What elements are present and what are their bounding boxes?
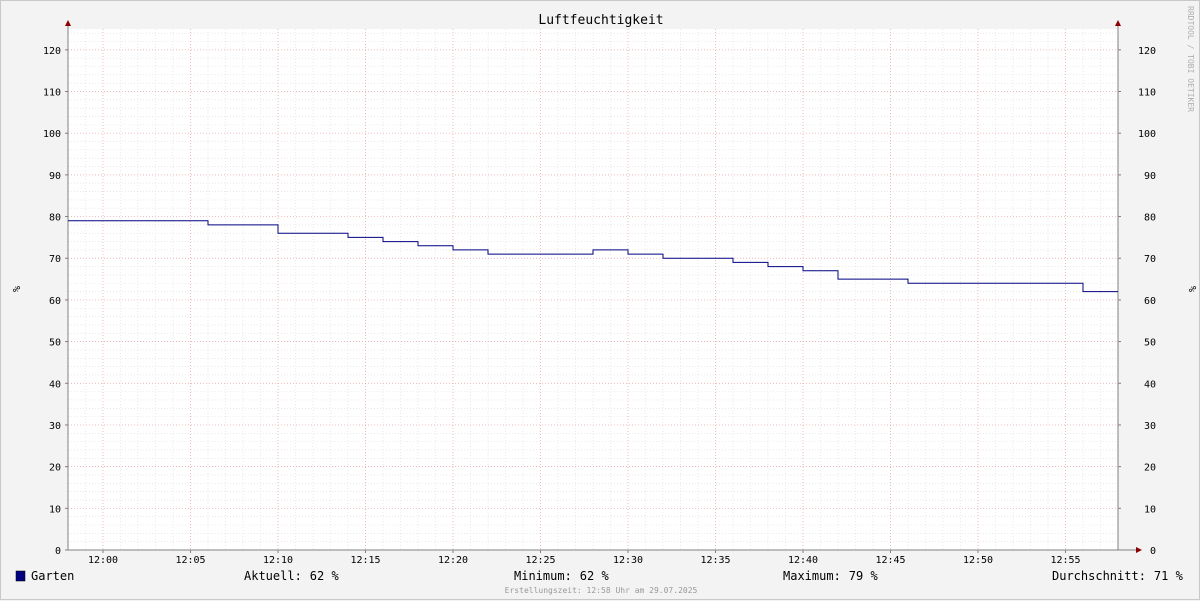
y-tick-label-right: 60 [1144, 296, 1156, 307]
y-tick-label-left: 120 [43, 46, 61, 57]
chart-svg: 0 0 10 10 20 20 30 30 40 40 50 50 60 60 70 70 80 80 90 90 10… [10, 6, 1197, 595]
y-tick-label-left: 0 [55, 546, 61, 557]
y-tick-label-right: 70 [1144, 254, 1156, 265]
y-axis-label-left: % [10, 286, 21, 292]
grid [67, 29, 1119, 551]
y-tick-label-left: 20 [49, 463, 61, 474]
y-tick-label-right: 120 [1138, 46, 1156, 57]
y-tick-label-right: 100 [1138, 129, 1156, 140]
legend-stat-current-label: Aktuell: [244, 569, 302, 583]
legend-stat-average: Durchschnitt: 71 % [1052, 569, 1184, 583]
x-axis-arrow [1136, 547, 1142, 553]
x-tick-label: 12:20 [438, 555, 468, 566]
legend-series-label: Garten [31, 569, 74, 583]
y-tick-label-right: 110 [1138, 88, 1156, 99]
legend-stat-minimum-value: 62 % [580, 569, 610, 583]
y-tick-label-left: 110 [43, 88, 61, 99]
legend-stat-current-value: 62 % [310, 569, 340, 583]
y-tick-label-left: 10 [49, 504, 61, 515]
legend: Garten Aktuell: 62 % Minimum: 62 % Maximum… [15, 569, 1184, 583]
legend-stat-maximum-label: Maximum: [783, 569, 841, 583]
y-axis-arrow-left [65, 20, 71, 26]
legend-stat-current: Aktuell: 62 % [244, 569, 339, 583]
y-axis-arrow-right [1115, 20, 1121, 26]
y-tick-label-right: 30 [1144, 421, 1156, 432]
y-tick-label-right: 90 [1144, 171, 1156, 182]
chart-frame: 0 0 10 10 20 20 30 30 40 40 50 50 60 60 70 70 80 80 90 90 10… [0, 0, 1200, 600]
x-tick-label: 12:00 [88, 555, 118, 566]
legend-stat-maximum: Maximum: 79 % [783, 569, 878, 583]
y-tick-label-right: 50 [1144, 338, 1156, 349]
watermark: RRDTOOL / TOBI OETIKER [1186, 6, 1195, 112]
legend-stat-minimum-label: Minimum: [514, 569, 572, 583]
x-tick-label: 12:35 [700, 555, 730, 566]
y-tick-label-right: 0 [1150, 546, 1156, 557]
y-tick-label-left: 50 [49, 338, 61, 349]
y-axis-label-right: % [1186, 286, 1197, 292]
x-tick-label: 12:40 [788, 555, 818, 566]
y-tick-label-left: 100 [43, 129, 61, 140]
footer-timestamp: Erstellungszeit: 12:58 Uhr am 29.07.2025 [505, 586, 698, 595]
legend-stat-average-value: 71 % [1154, 569, 1184, 583]
y-tick-label-right: 40 [1144, 379, 1156, 390]
y-tick-label-left: 30 [49, 421, 61, 432]
y-tick-label-left: 70 [49, 254, 61, 265]
y-tick-label-left: 40 [49, 379, 61, 390]
legend-stat-minimum: Minimum: 62 % [514, 569, 609, 583]
x-tick-label: 12:15 [350, 555, 380, 566]
y-tick-label-left: 90 [49, 171, 61, 182]
legend-swatch [15, 570, 26, 582]
y-tick-label-right: 80 [1144, 213, 1156, 224]
y-tick-label-left: 80 [49, 213, 61, 224]
legend-stat-maximum-value: 79 % [849, 569, 879, 583]
x-tick-label: 12:10 [263, 555, 293, 566]
x-tick-label: 12:30 [613, 555, 643, 566]
x-tick-label: 12:55 [1050, 555, 1080, 566]
x-tick-label: 12:45 [875, 555, 905, 566]
y-tick-label-right: 20 [1144, 463, 1156, 474]
y-tick-label-left: 60 [49, 296, 61, 307]
x-tick-label: 12:05 [175, 555, 205, 566]
x-tick-label: 12:25 [525, 555, 555, 566]
y-tick-label-right: 10 [1144, 504, 1156, 515]
x-tick-label: 12:50 [963, 555, 993, 566]
legend-stat-average-label: Durchschnitt: [1052, 569, 1146, 583]
chart-title: Luftfeuchtigkeit [538, 13, 663, 28]
